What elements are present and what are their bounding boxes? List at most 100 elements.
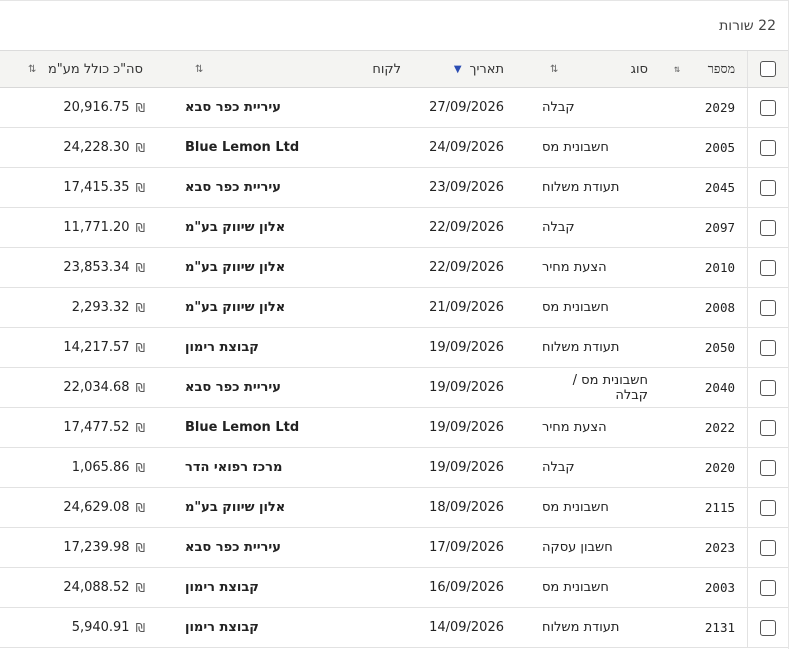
table-row[interactable]: 2008 חשבונית מס 21/09/2026 אלון שיווק בע… (0, 288, 788, 328)
table-row[interactable]: 2029 קבלה 27/09/2026 עיריית כפר סבא 20,9… (0, 88, 788, 128)
shekel-icon: ₪ (135, 180, 145, 195)
row-checkbox[interactable] (760, 139, 776, 156)
row-checkbox[interactable] (760, 379, 776, 396)
table-row[interactable]: 2045 תעודת משלוח 23/09/2026 עיריית כפר ס… (0, 168, 788, 208)
row-checkbox-cell (747, 168, 788, 207)
cell-number: 2029 (704, 100, 735, 115)
row-checkbox-cell (747, 88, 788, 127)
sort-icon[interactable]: ⇅ (550, 64, 558, 75)
header-checkbox-cell (747, 51, 788, 87)
cell-date: 19/09/2026 (429, 340, 504, 355)
sort-icon[interactable]: ⇅ (195, 64, 203, 75)
cell-client: קבוצת רימון (161, 608, 401, 647)
select-all-checkbox[interactable] (760, 61, 776, 77)
cell-total: 1,065.86 ₪ (0, 448, 161, 487)
row-checkbox-cell (747, 448, 788, 487)
cell-client: Blue Lemon Ltd (161, 128, 401, 167)
table-row[interactable]: 2115 חשבונית מס 18/09/2026 אלון שיווק בע… (0, 488, 788, 528)
row-checkbox[interactable] (760, 619, 776, 636)
table-row[interactable]: 2005 חשבונית מס 24/09/2026 Blue Lemon Lt… (0, 128, 788, 168)
documents-panel: 22 שורות מספר ⇅ סוג ⇅ תאריך ▼ לקוח ⇅ סה"… (0, 0, 789, 649)
total-amount: 5,940.91 (71, 620, 130, 635)
cell-client: עיריית כפר סבא (161, 528, 401, 567)
table-row[interactable]: 2040 חשבונית מס / קבלה 19/09/2026 עיריית… (0, 368, 788, 408)
cell-total: 24,088.52 ₪ (0, 568, 161, 607)
table-row[interactable]: 2050 תעודת משלוח 19/09/2026 קבוצת רימון … (0, 328, 788, 368)
total-amount: 1,065.86 (71, 460, 130, 475)
cell-type: תעודת משלוח (542, 340, 620, 355)
shekel-icon: ₪ (135, 380, 145, 395)
cell-total: 17,477.52 ₪ (0, 408, 161, 447)
shekel-icon: ₪ (135, 500, 145, 515)
cell-date: 18/09/2026 (429, 500, 504, 515)
row-checkbox-cell (747, 248, 788, 287)
row-checkbox[interactable] (760, 459, 776, 476)
sort-icon[interactable]: ⇅ (28, 64, 36, 75)
total-amount: 24,629.08 (63, 500, 130, 515)
table-row[interactable]: 2003 חשבונית מס 16/09/2026 קבוצת רימון 2… (0, 568, 788, 608)
cell-client: קבוצת רימון (161, 328, 401, 367)
cell-date: 19/09/2026 (429, 460, 504, 475)
cell-type: תעודת משלוח (542, 180, 620, 195)
column-header-number[interactable]: מספר ⇅ (648, 51, 747, 87)
client-name: עיריית כפר סבא (185, 180, 281, 195)
column-header-date-label: תאריך (469, 61, 504, 77)
row-checkbox[interactable] (760, 259, 776, 276)
cell-client: אלון שיווק בע"מ (161, 488, 401, 527)
total-amount: 24,088.52 (63, 580, 130, 595)
row-checkbox[interactable] (760, 539, 776, 556)
shekel-icon: ₪ (135, 460, 145, 475)
column-header-total-label: סה"כ כולל מע"מ (47, 61, 143, 77)
shekel-icon: ₪ (135, 140, 145, 155)
cell-type: הצעת מחיר (542, 260, 607, 275)
column-header-date[interactable]: תאריך ▼ (401, 51, 516, 87)
table-row[interactable]: 2023 חשבון עסקה 17/09/2026 עיריית כפר סב… (0, 528, 788, 568)
shekel-icon: ₪ (135, 300, 145, 315)
cell-type: תעודת משלוח (542, 620, 620, 635)
column-header-client[interactable]: לקוח ⇅ (161, 51, 401, 87)
sort-icon[interactable]: ⇅ (674, 64, 680, 75)
table-row[interactable]: 2097 קבלה 22/09/2026 אלון שיווק בע"מ 11,… (0, 208, 788, 248)
cell-number: 2005 (704, 140, 735, 155)
client-name: קבוצת רימון (185, 620, 259, 635)
row-checkbox-cell (747, 128, 788, 167)
row-checkbox[interactable] (760, 579, 776, 596)
row-checkbox[interactable] (760, 299, 776, 316)
cell-date: 21/09/2026 (429, 300, 504, 315)
cell-type: חשבונית מס (542, 300, 609, 315)
cell-total: 22,034.68 ₪ (0, 368, 161, 407)
cell-number: 2010 (704, 260, 735, 275)
row-checkbox[interactable] (760, 179, 776, 196)
table-row[interactable]: 2131 תעודת משלוח 14/09/2026 קבוצת רימון … (0, 608, 788, 648)
total-amount: 14,217.57 (63, 340, 130, 355)
cell-date: 14/09/2026 (429, 620, 504, 635)
cell-type: קבלה (542, 100, 575, 115)
client-name: עיריית כפר סבא (185, 100, 281, 115)
row-checkbox[interactable] (760, 219, 776, 236)
cell-client: אלון שיווק בע"מ (161, 288, 401, 327)
table-row[interactable]: 2020 קבלה 19/09/2026 מרכז רפואי הדר 1,06… (0, 448, 788, 488)
row-checkbox-cell (747, 368, 788, 407)
column-header-total[interactable]: סה"כ כולל מע"מ ⇅ (0, 51, 161, 87)
cell-number: 2115 (704, 500, 735, 515)
row-checkbox[interactable] (760, 499, 776, 516)
cell-type: חשבונית מס / קבלה (572, 372, 648, 403)
total-amount: 17,477.52 (63, 420, 130, 435)
shekel-icon: ₪ (135, 620, 145, 635)
cell-type: קבלה (542, 220, 575, 235)
table-row[interactable]: 2010 הצעת מחיר 22/09/2026 אלון שיווק בע"… (0, 248, 788, 288)
cell-total: 24,629.08 ₪ (0, 488, 161, 527)
table-row[interactable]: 2022 הצעת מחיר 19/09/2026 Blue Lemon Ltd… (0, 408, 788, 448)
sort-desc-icon[interactable]: ▼ (454, 64, 462, 75)
client-name: אלון שיווק בע"מ (185, 260, 286, 275)
row-checkbox[interactable] (760, 419, 776, 436)
row-checkbox[interactable] (760, 99, 776, 116)
column-header-type[interactable]: סוג ⇅ (516, 51, 648, 87)
cell-total: 2,293.32 ₪ (0, 288, 161, 327)
cell-type: חשבונית מס (542, 580, 609, 595)
row-checkbox[interactable] (760, 339, 776, 356)
cell-total: 11,771.20 ₪ (0, 208, 161, 247)
shekel-icon: ₪ (135, 220, 145, 235)
shekel-icon: ₪ (135, 420, 145, 435)
cell-type: הצעת מחיר (542, 420, 607, 435)
